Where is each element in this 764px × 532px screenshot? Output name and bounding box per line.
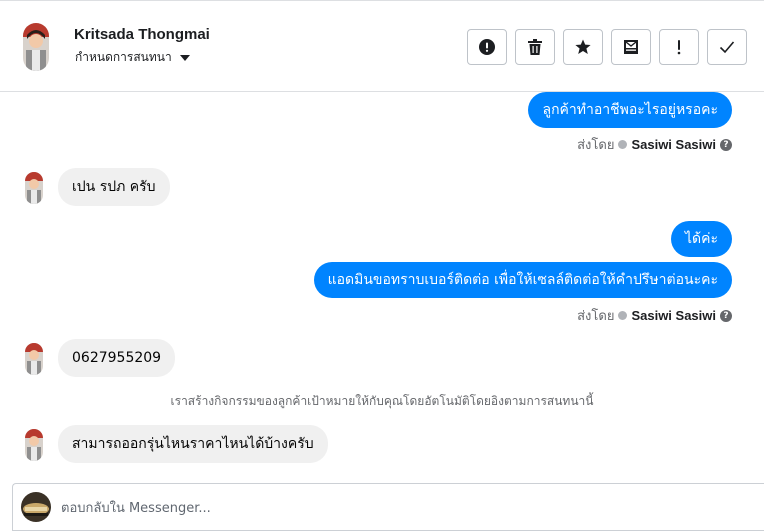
assign-conversation-label: กำหนดการสนทนา: [75, 50, 172, 64]
sent-by-prefix: ส่งโดย: [577, 309, 615, 324]
follow-up-button[interactable]: [659, 29, 699, 65]
assign-conversation-dropdown[interactable]: กำหนดการสนทนา: [75, 48, 190, 67]
avatar[interactable]: [23, 23, 49, 71]
sent-by-label: ส่งโดย Sasiwi Sasiwi ?: [577, 134, 732, 155]
contact-avatar[interactable]: [25, 429, 43, 461]
mark-unread-icon: [624, 40, 638, 54]
system-note: เราสร้างกิจกรรมของลูกค้าเป้าหมายให้กับคุ…: [170, 394, 594, 408]
reply-input[interactable]: [61, 498, 741, 518]
mark-done-button[interactable]: [707, 29, 747, 65]
outgoing-message[interactable]: ลูกค้าทำอาชีพอะไรอยู่หรอคะ: [528, 92, 732, 128]
star-button[interactable]: [563, 29, 603, 65]
trash-icon: [528, 39, 542, 55]
page-badge-icon: [618, 140, 628, 149]
exclamation-icon: [677, 40, 681, 55]
mark-unread-button[interactable]: [611, 29, 651, 65]
star-icon: [575, 39, 591, 54]
help-icon[interactable]: ?: [720, 138, 732, 151]
checkmark-icon: [719, 41, 735, 54]
contact-name[interactable]: Kritsada Thongmai: [74, 26, 210, 43]
caret-down-icon: [179, 54, 190, 61]
reply-composer: [12, 483, 764, 531]
contact-avatar[interactable]: [25, 343, 43, 375]
outgoing-message[interactable]: ได้ค่ะ: [670, 221, 732, 257]
sent-by-label: ส่งโดย Sasiwi Sasiwi ?: [577, 305, 732, 326]
report-spam-button[interactable]: [467, 29, 507, 65]
help-icon[interactable]: ?: [720, 309, 732, 322]
contact-avatar[interactable]: [25, 172, 43, 204]
incoming-message[interactable]: สามารถออกรุ่นไหนราคาไหนได้บ้างครับ: [58, 425, 328, 463]
outgoing-message[interactable]: แอดมินขอทราบเบอร์ติดต่อ เพื่อให้เซลล์ติด…: [313, 262, 732, 298]
message-thread[interactable]: ลูกค้าทำอาชีพอะไรอยู่หรอคะ ส่งโดย Sasiwi…: [0, 92, 764, 482]
sender-name: Sasiwi Sasiwi: [631, 308, 716, 323]
page-avatar: [21, 492, 51, 522]
page-badge-icon: [618, 311, 628, 320]
conversation-header: Kritsada Thongmai กำหนดการสนทนา: [0, 4, 764, 92]
incoming-message[interactable]: 0627955209: [58, 339, 176, 377]
incoming-message[interactable]: เปน รปภ ครับ: [58, 168, 170, 206]
delete-button[interactable]: [515, 29, 555, 65]
alert-circle-icon: [479, 39, 495, 55]
sent-by-prefix: ส่งโดย: [577, 138, 615, 153]
sender-name: Sasiwi Sasiwi: [631, 137, 716, 152]
